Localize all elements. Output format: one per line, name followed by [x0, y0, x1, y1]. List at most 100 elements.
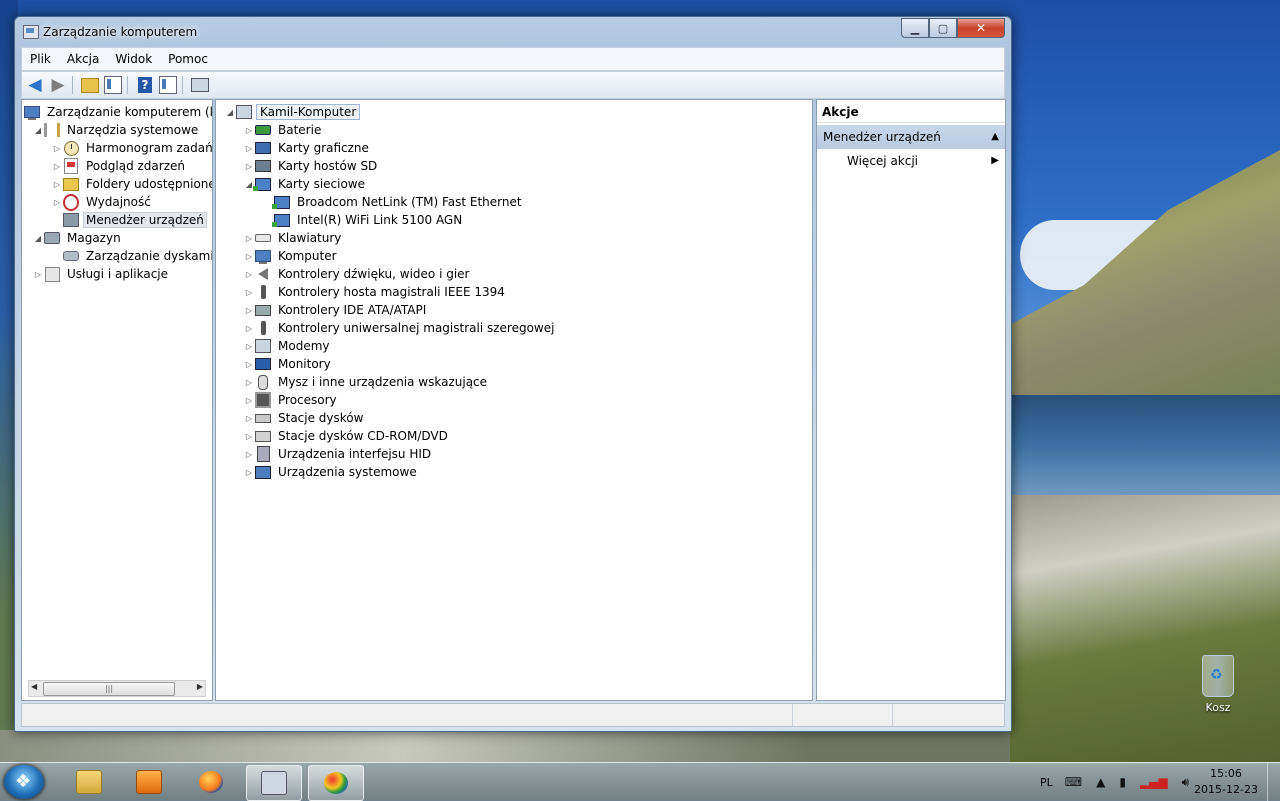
back-button[interactable]: ◀ — [25, 75, 45, 95]
expand-arrow-icon[interactable]: ▷ — [243, 468, 255, 477]
device-category-computer[interactable]: ▷ Komputer — [243, 247, 340, 265]
expand-arrow-icon[interactable]: ▷ — [243, 126, 255, 135]
device-category-usb[interactable]: ▷ Kontrolery uniwersalnej magistrali sze… — [243, 319, 557, 337]
actions-section-device-manager[interactable]: Menedżer urządzeń ▲ — [817, 125, 1005, 149]
device-category-keyboards[interactable]: ▷ Klawiatury — [243, 229, 344, 247]
show-hidden-icons-icon[interactable]: ▲ — [1096, 775, 1105, 789]
more-actions-item[interactable]: Więcej akcji ▶ — [817, 150, 1005, 172]
menu-pomoc[interactable]: Pomoc — [160, 52, 216, 66]
device-category-disk-drives[interactable]: ▷ Stacje dysków — [243, 409, 366, 427]
minimize-button[interactable]: ▁ — [901, 18, 929, 38]
taskbar-computer-management-button[interactable] — [246, 765, 302, 801]
display-adapter-icon — [255, 140, 271, 156]
show-desktop-button[interactable] — [1267, 763, 1280, 801]
network-icon[interactable]: ▂▄▆ — [1140, 775, 1168, 789]
tree-item-system-tools[interactable]: ◢ Narzędzia systemowe — [32, 121, 201, 139]
tree-item-device-manager[interactable]: Menedżer urządzeń — [51, 211, 207, 229]
expand-arrow-icon[interactable]: ▷ — [51, 162, 63, 171]
close-button[interactable]: ✕ — [957, 18, 1005, 38]
tree-item-performance[interactable]: ▷ Wydajność — [51, 193, 154, 211]
tree-item-computer-management[interactable]: Zarządzanie komputerem (loka — [24, 103, 212, 121]
expand-arrow-icon[interactable]: ▷ — [243, 450, 255, 459]
keyboard-icon — [255, 230, 271, 246]
collapse-arrow-icon[interactable]: ◢ — [32, 126, 44, 135]
expand-arrow-icon[interactable]: ▷ — [243, 432, 255, 441]
device-category-network-adapters[interactable]: ◢ Karty sieciowe — [243, 175, 368, 193]
expand-arrow-icon[interactable]: ▷ — [243, 342, 255, 351]
device-category-mice[interactable]: ▷ Mysz i inne urządzenia wskazujące — [243, 373, 490, 391]
taskbar-clock[interactable]: 15:06 2015-12-23 — [1192, 766, 1260, 798]
menu-akcja[interactable]: Akcja — [59, 52, 107, 66]
tree-item-shared-folders[interactable]: ▷ Foldery udostępnione — [51, 175, 212, 193]
battery-icon[interactable]: ▮ — [1119, 775, 1126, 789]
tree-item-event-viewer[interactable]: ▷ Podgląd zdarzeń — [51, 157, 188, 175]
expand-arrow-icon[interactable]: ▷ — [243, 252, 255, 261]
device-broadcom-ethernet[interactable]: Broadcom NetLink (TM) Fast Ethernet — [262, 193, 525, 211]
system-tray: PL ⌨ ▲ ▮ ▂▄▆ 🔊︎ — [1040, 763, 1203, 801]
keyboard-icon[interactable]: ⌨ — [1065, 775, 1082, 789]
device-category-label: Urządzenia systemowe — [278, 465, 417, 479]
device-tree-pane: ◢ Kamil-Komputer ▷ Baterie ▷ Karty grafi… — [215, 99, 813, 701]
menu-widok[interactable]: Widok — [107, 52, 160, 66]
expand-arrow-icon[interactable]: ▷ — [243, 288, 255, 297]
menu-plik[interactable]: Plik — [22, 52, 59, 66]
device-category-processors[interactable]: ▷ Procesory — [243, 391, 340, 409]
expand-arrow-icon[interactable]: ▷ — [243, 144, 255, 153]
device-intel-wifi[interactable]: Intel(R) WiFi Link 5100 AGN — [262, 211, 465, 229]
horizontal-scrollbar[interactable]: ◀ ||| ▶ — [28, 680, 206, 697]
scrollbar-thumb[interactable]: ||| — [43, 682, 175, 696]
device-category-hid[interactable]: ▷ Urządzenia interfejsu HID — [243, 445, 434, 463]
language-indicator[interactable]: PL — [1040, 776, 1053, 789]
device-category-display-adapters[interactable]: ▷ Karty graficzne — [243, 139, 372, 157]
expand-arrow-icon[interactable]: ▷ — [32, 270, 44, 279]
collapse-up-icon[interactable]: ▲ — [991, 125, 999, 149]
expand-arrow-icon[interactable]: ▷ — [243, 360, 255, 369]
expand-arrow-icon[interactable]: ▷ — [243, 162, 255, 171]
device-category-ide[interactable]: ▷ Kontrolery IDE ATA/ATAPI — [243, 301, 429, 319]
device-category-system-devices[interactable]: ▷ Urządzenia systemowe — [243, 463, 420, 481]
expand-arrow-icon[interactable]: ▷ — [243, 378, 255, 387]
tree-item-disk-management[interactable]: Zarządzanie dyskami — [51, 247, 212, 265]
tree-item-task-scheduler[interactable]: ▷ Harmonogram zadań — [51, 139, 212, 157]
taskbar-media-player-button[interactable] — [122, 765, 176, 799]
volume-icon[interactable]: 🔊︎ — [1182, 775, 1190, 790]
device-category-sd-host[interactable]: ▷ Karty hostów SD — [243, 157, 380, 175]
taskbar-firefox-button[interactable] — [184, 765, 238, 799]
expand-arrow-icon[interactable]: ▷ — [243, 306, 255, 315]
scroll-right-icon[interactable]: ▶ — [197, 682, 203, 691]
device-category-sound[interactable]: ▷ Kontrolery dźwięku, wideo i gier — [243, 265, 472, 283]
expand-arrow-icon[interactable]: ▷ — [51, 180, 63, 189]
scan-hardware-button[interactable] — [190, 75, 210, 95]
expand-arrow-icon[interactable]: ▷ — [243, 414, 255, 423]
tree-item-storage[interactable]: ◢ Magazyn — [32, 229, 124, 247]
expand-arrow-icon[interactable]: ▷ — [243, 270, 255, 279]
expand-arrow-icon[interactable]: ▷ — [51, 144, 63, 153]
device-category-monitors[interactable]: ▷ Monitory — [243, 355, 334, 373]
show-hide-console-tree-button[interactable] — [103, 75, 123, 95]
help-button[interactable]: ? — [135, 75, 155, 95]
help-icon: ? — [138, 77, 152, 93]
scroll-left-icon[interactable]: ◀ — [31, 682, 37, 691]
wallpaper-shore — [1010, 495, 1280, 765]
device-category-batteries[interactable]: ▷ Baterie — [243, 121, 324, 139]
collapse-arrow-icon[interactable]: ◢ — [32, 234, 44, 243]
expand-arrow-icon[interactable]: ▷ — [243, 324, 255, 333]
start-button[interactable] — [4, 765, 44, 799]
device-category-ieee1394[interactable]: ▷ Kontrolery hosta magistrali IEEE 1394 — [243, 283, 508, 301]
taskbar-explorer-button[interactable] — [62, 765, 116, 799]
expand-arrow-icon[interactable]: ▷ — [51, 198, 63, 207]
up-folder-button[interactable] — [80, 75, 100, 95]
device-category-modems[interactable]: ▷ Modemy — [243, 337, 333, 355]
recycle-bin[interactable]: Kosz — [1193, 655, 1243, 714]
expand-arrow-icon[interactable]: ▷ — [243, 234, 255, 243]
forward-button[interactable]: ▶ — [48, 75, 68, 95]
device-tree-root[interactable]: ◢ Kamil-Komputer — [224, 103, 361, 121]
show-hide-action-pane-button[interactable] — [158, 75, 178, 95]
tree-item-services-applications[interactable]: ▷ Usługi i aplikacje — [32, 265, 171, 283]
title-bar[interactable]: Zarządzanie komputerem ▁ ▢ ✕ — [15, 17, 1011, 47]
expand-arrow-icon[interactable]: ▷ — [243, 396, 255, 405]
device-category-cd-dvd[interactable]: ▷ Stacje dysków CD-ROM/DVD — [243, 427, 451, 445]
taskbar-paint-button[interactable] — [308, 765, 364, 801]
collapse-arrow-icon[interactable]: ◢ — [224, 108, 236, 117]
maximize-button[interactable]: ▢ — [929, 18, 957, 38]
